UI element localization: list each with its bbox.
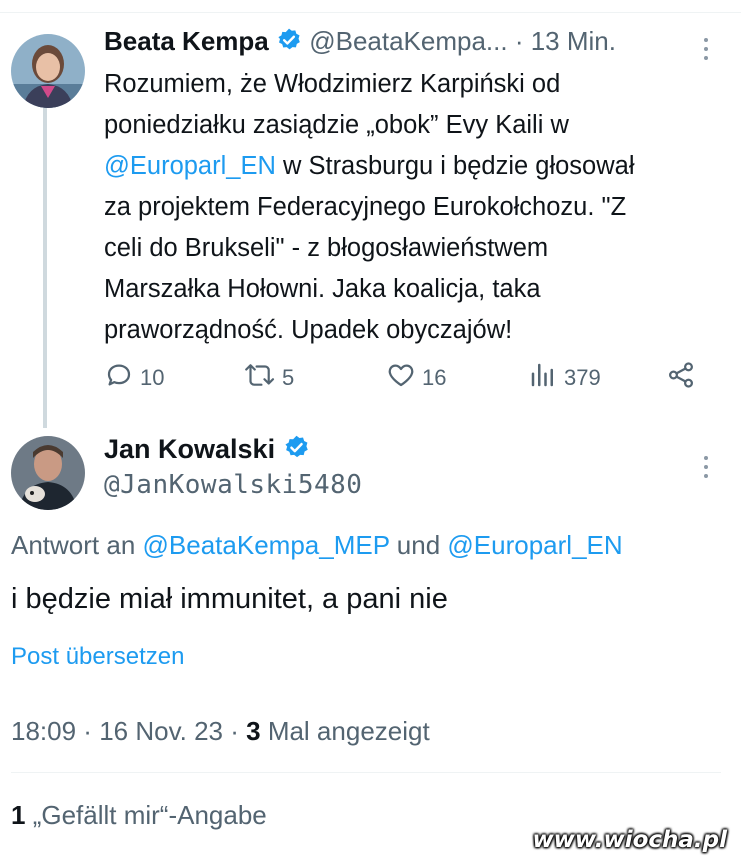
translate-link[interactable]: Post übersetzen [11, 643, 184, 671]
tweet1-header: Beata Kempa @BeataKempa... · 13 Min. [104, 26, 616, 60]
likes-number: 1 [11, 800, 26, 830]
reply-to-line: Antwort an @BeataKempa_MEP und @Europarl… [11, 530, 623, 561]
verified-badge-icon [276, 27, 302, 60]
tweet1-line: praworządność. Upadek obyczajów! [104, 316, 513, 344]
tweet1-handle[interactable]: @BeataKempa... [309, 26, 507, 56]
share-button[interactable] [666, 360, 696, 396]
like-count: 16 [422, 365, 447, 390]
share-icon [666, 360, 696, 396]
views-icon [528, 360, 558, 396]
more-icon[interactable] [704, 38, 708, 60]
top-separator [0, 0, 741, 13]
divider [11, 772, 721, 773]
thread-connector [43, 108, 47, 428]
repost-icon [242, 360, 276, 396]
verified-badge-icon [283, 434, 310, 468]
tweet1-line: poniedziałku zasiądzie „obok” Evy Kaili … [104, 111, 569, 139]
reply-count: 10 [140, 365, 165, 390]
more-icon[interactable] [704, 456, 708, 478]
reply-button[interactable]: 10 [104, 360, 164, 396]
tweet1-line: celi do Brukseli" - z błogosławieństwem [104, 234, 549, 262]
tweet1-line: Marszałka Hołowni. Jaka koalicja, taka [104, 275, 541, 303]
tweet1-line: za projektem Federacyjnego Eurokołchozu.… [104, 193, 627, 221]
tweet2-meta: 18:09 · 16 Nov. 23 · 3 Mal angezeigt [11, 716, 430, 747]
tweet2-time[interactable]: 18:09 [11, 716, 76, 746]
views-label: Mal angezeigt [260, 716, 430, 746]
tweet2-header: Jan Kowalski [104, 434, 310, 468]
tweet1-body: Rozumiem, że Włodzimierz Karpiński od po… [104, 64, 724, 351]
reply-mention-beatakempa[interactable]: @BeataKempa_MEP [143, 530, 390, 560]
tweet1-separator: · [507, 26, 531, 56]
meta-dot: · [76, 716, 100, 746]
views-number: 3 [246, 716, 261, 746]
tweet1-line: @Europarl_EN w Strasburgu i będzie głoso… [104, 146, 724, 187]
like-button[interactable]: 16 [386, 360, 446, 396]
tweet2-handle[interactable]: @JanKowalski5480 [104, 470, 362, 500]
tweet2-body: i będzie miał immunitet, a pani nie [11, 583, 448, 615]
reply-icon [104, 360, 134, 396]
repost-count: 5 [282, 365, 295, 390]
tweet1-time[interactable]: 13 Min. [531, 26, 616, 56]
likes-line[interactable]: 1 „Gefällt mir“-Angabe [11, 800, 267, 831]
tweet1-line-rest: w Strasburgu i będzie głosował [275, 152, 635, 180]
tweet1-display-name[interactable]: Beata Kempa [104, 26, 269, 56]
views-count: 379 [564, 365, 601, 390]
tweet1-actions: 10 5 16 379 [104, 360, 704, 396]
tweet2-display-name[interactable]: Jan Kowalski [104, 434, 275, 464]
watermark: www.wiocha.pl [532, 827, 727, 853]
avatar-beata-kempa[interactable] [11, 34, 85, 108]
avatar-jan-kowalski[interactable] [11, 436, 85, 510]
likes-label: „Gefällt mir“-Angabe [25, 800, 267, 830]
meta-dot: · [223, 716, 247, 746]
reply-prefix: Antwort an [11, 530, 143, 560]
reply-and: und [389, 530, 448, 560]
tweet1-line: Rozumiem, że Włodzimierz Karpiński od [104, 70, 561, 98]
tweet2-date[interactable]: 16 Nov. 23 [99, 716, 223, 746]
reply-mention-europarl[interactable]: @Europarl_EN [447, 530, 622, 560]
like-icon [386, 360, 416, 396]
repost-button[interactable]: 5 [242, 360, 294, 396]
views-button[interactable]: 379 [528, 360, 601, 396]
mention-link[interactable]: @Europarl_EN [104, 152, 276, 180]
